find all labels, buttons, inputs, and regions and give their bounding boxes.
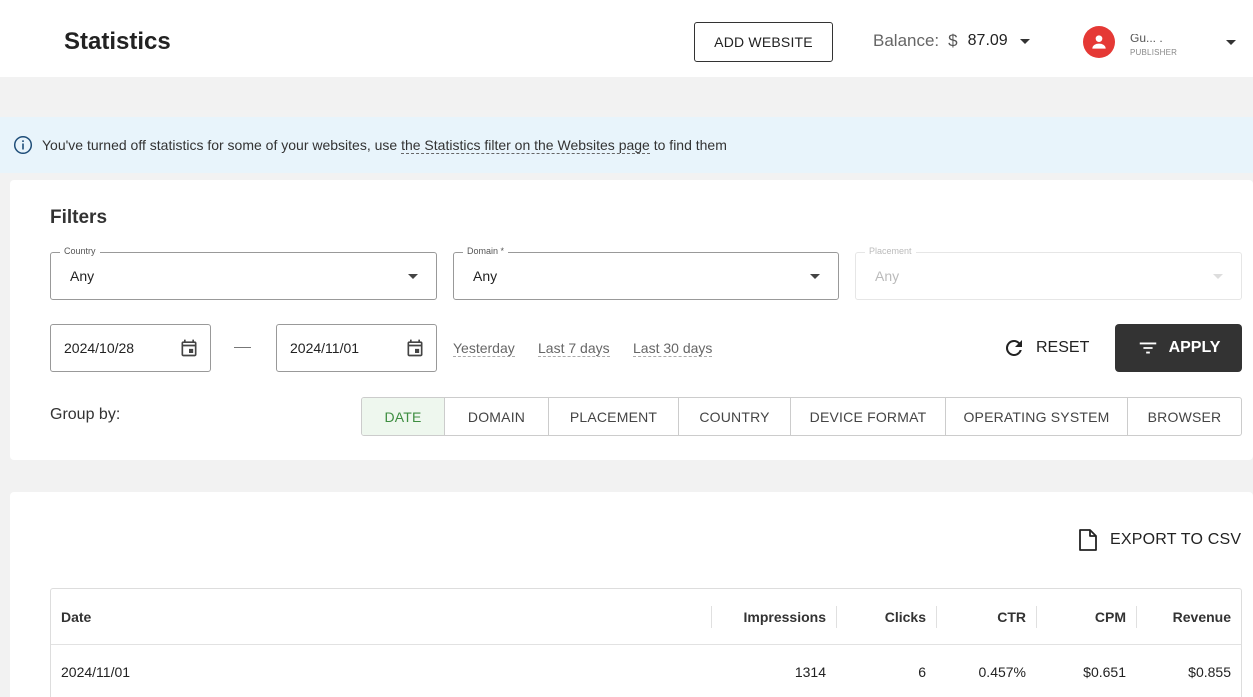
- calendar-icon[interactable]: [405, 338, 425, 358]
- column-header-cpm[interactable]: CPM: [1095, 609, 1126, 625]
- column-divider: [1036, 606, 1037, 628]
- group-by-placement[interactable]: PLACEMENT: [549, 398, 679, 435]
- column-divider: [1136, 606, 1137, 628]
- column-header-impressions[interactable]: Impressions: [744, 609, 826, 625]
- info-banner: You've turned off statistics for some of…: [0, 117, 1253, 173]
- country-value: Any: [70, 268, 95, 284]
- statistics-table-panel: EXPORT TO CSV Date Impressions Clicks CT…: [10, 492, 1253, 697]
- placement-select[interactable]: Placement Any: [855, 246, 1242, 300]
- cell-revenue: $0.855: [1188, 664, 1231, 680]
- group-by-date[interactable]: DATE: [362, 398, 445, 435]
- calendar-icon[interactable]: [179, 338, 199, 358]
- file-icon: [1079, 529, 1097, 551]
- country-select[interactable]: Country Any: [50, 246, 437, 300]
- group-by-operating-system[interactable]: OPERATING SYSTEM: [946, 398, 1128, 435]
- domain-value: Any: [473, 268, 498, 284]
- filters-title: Filters: [50, 207, 108, 228]
- country-label: Country: [60, 246, 100, 256]
- table-header-row: Date Impressions Clicks CTR CPM Revenue: [51, 589, 1241, 645]
- chevron-down-icon: [1213, 274, 1223, 279]
- reset-label: RESET: [1036, 339, 1090, 356]
- group-by-country[interactable]: COUNTRY: [679, 398, 791, 435]
- domain-label: Domain *: [463, 246, 509, 256]
- export-label: EXPORT TO CSV: [1110, 531, 1242, 548]
- column-divider: [711, 606, 712, 628]
- export-csv-button[interactable]: EXPORT TO CSV: [1078, 529, 1241, 551]
- apply-label: APPLY: [1168, 339, 1221, 356]
- column-header-revenue[interactable]: Revenue: [1173, 609, 1231, 625]
- chevron-down-icon: [1019, 38, 1030, 44]
- user-icon: [1092, 35, 1106, 49]
- group-by-browser[interactable]: BROWSER: [1128, 398, 1241, 435]
- chevron-down-icon: [810, 274, 820, 279]
- group-by-device-format[interactable]: DEVICE FORMAT: [791, 398, 946, 435]
- cell-date: 2024/11/01: [61, 664, 131, 680]
- group-by-label: Group by:: [50, 406, 121, 423]
- column-header-ctr[interactable]: CTR: [997, 609, 1026, 625]
- banner-text-before: You've turned off statistics for some of…: [42, 137, 402, 153]
- domain-select[interactable]: Domain * Any: [453, 246, 839, 300]
- cell-impressions: 1314: [794, 664, 826, 680]
- banner-text: You've turned off statistics for some of…: [42, 137, 727, 154]
- add-website-button[interactable]: ADD WEBSITE: [694, 22, 833, 62]
- banner-text-after: to find them: [649, 137, 727, 153]
- user-role: PUBLISHER: [1130, 48, 1178, 57]
- user-menu-chevron-icon[interactable]: [1226, 40, 1236, 45]
- balance-amount: 87.09: [967, 32, 1008, 49]
- apply-button[interactable]: APPLY: [1115, 324, 1242, 372]
- group-by-domain[interactable]: DOMAIN: [445, 398, 549, 435]
- info-icon: [13, 135, 33, 155]
- balance-currency: $: [948, 31, 958, 50]
- reset-button[interactable]: RESET: [1002, 336, 1089, 360]
- date-from-input[interactable]: 2024/10/28: [50, 324, 211, 372]
- column-header-clicks[interactable]: Clicks: [885, 609, 926, 625]
- date-to-value: 2024/11/01: [290, 340, 360, 356]
- filters-panel: Filters Country Any Domain * Any Placeme…: [10, 180, 1253, 460]
- date-from-value: 2024/10/28: [64, 340, 135, 356]
- filter-icon: [1139, 342, 1156, 354]
- date-range-separator: [234, 347, 251, 348]
- avatar[interactable]: [1083, 26, 1115, 58]
- refresh-icon: [1005, 340, 1022, 356]
- top-header: Statistics ADD WEBSITE Balance: $ 87.09 …: [0, 0, 1253, 77]
- quick-range-yesterday[interactable]: Yesterday: [453, 340, 515, 357]
- group-by-toggle: DATE DOMAIN PLACEMENT COUNTRY DEVICE FOR…: [361, 397, 1242, 436]
- column-header-date[interactable]: Date: [61, 609, 91, 625]
- statistics-table: Date Impressions Clicks CTR CPM Revenue …: [50, 588, 1242, 697]
- date-to-input[interactable]: 2024/11/01: [276, 324, 437, 372]
- user-name: Gu... .: [1130, 34, 1163, 45]
- balance-dropdown[interactable]: Balance: $ 87.09: [873, 31, 1030, 51]
- chevron-down-icon: [408, 274, 418, 279]
- quick-range-last-7-days[interactable]: Last 7 days: [538, 340, 610, 357]
- cell-ctr: 0.457%: [978, 664, 1026, 680]
- balance-label: Balance:: [873, 31, 940, 50]
- column-divider: [836, 606, 837, 628]
- column-divider: [936, 606, 937, 628]
- quick-range-last-30-days[interactable]: Last 30 days: [633, 340, 713, 357]
- placement-label: Placement: [865, 246, 916, 256]
- placement-value: Any: [875, 268, 900, 284]
- statistics-filter-link[interactable]: the Statistics filter on the Websites pa…: [401, 137, 650, 154]
- page-title: Statistics: [64, 28, 171, 55]
- cell-clicks: 6: [918, 664, 926, 680]
- cell-cpm: $0.651: [1083, 664, 1126, 680]
